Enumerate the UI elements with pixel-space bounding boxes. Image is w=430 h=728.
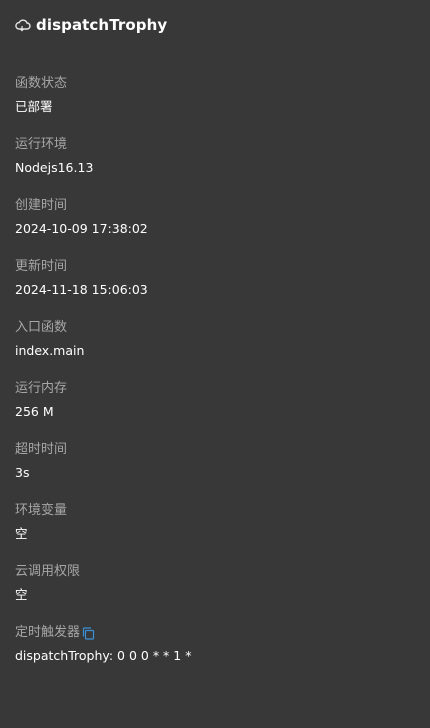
field-label: 创建时间 bbox=[15, 198, 68, 213]
field-label: 定时触发器 bbox=[15, 625, 81, 640]
copy-icon[interactable] bbox=[82, 626, 95, 640]
function-detail-panel: dispatchTrophy 函数状态 已部署 运行环境 Nodejs16.13… bbox=[0, 0, 430, 728]
function-header: dispatchTrophy bbox=[15, 14, 167, 36]
field-memory: 运行内存 256 M bbox=[15, 380, 67, 421]
field-label: 运行环境 bbox=[15, 137, 68, 152]
field-label: 环境变量 bbox=[15, 503, 68, 518]
field-function-status: 函数状态 已部署 bbox=[15, 75, 67, 116]
field-value: index.main bbox=[15, 343, 85, 358]
field-updated-time: 更新时间 2024-11-18 15:06:03 bbox=[15, 258, 148, 299]
field-timeout: 超时时间 3s bbox=[15, 441, 67, 482]
field-label: 超时时间 bbox=[15, 442, 68, 457]
field-value: Nodejs16.13 bbox=[15, 160, 94, 175]
field-env-vars: 环境变量 空 bbox=[15, 502, 67, 543]
field-label: 云调用权限 bbox=[15, 564, 81, 579]
field-created-time: 创建时间 2024-10-09 17:38:02 bbox=[15, 197, 148, 238]
field-label: 入口函数 bbox=[15, 320, 68, 335]
field-entry-function: 入口函数 index.main bbox=[15, 319, 84, 360]
field-timer-trigger: 定时触发器 dispatchTrophy: 0 0 0 * * 1 * bbox=[15, 624, 191, 665]
field-value: 2024-11-18 15:06:03 bbox=[15, 282, 148, 297]
field-cloud-permissions: 云调用权限 空 bbox=[15, 563, 80, 604]
field-label: 函数状态 bbox=[15, 76, 68, 91]
cloud-icon bbox=[15, 19, 31, 32]
field-value: 已部署 bbox=[15, 99, 53, 114]
field-label: 更新时间 bbox=[15, 259, 68, 274]
function-name: dispatchTrophy bbox=[36, 16, 168, 34]
field-value: 3s bbox=[15, 465, 30, 480]
field-value: 空 bbox=[15, 587, 28, 602]
field-label: 运行内存 bbox=[15, 381, 68, 396]
field-value: 2024-10-09 17:38:02 bbox=[15, 221, 148, 236]
field-value: 256 M bbox=[15, 404, 54, 419]
field-value: dispatchTrophy: 0 0 0 * * 1 * bbox=[15, 648, 192, 663]
field-label-row: 定时触发器 bbox=[15, 624, 191, 642]
field-runtime: 运行环境 Nodejs16.13 bbox=[15, 136, 93, 177]
field-value: 空 bbox=[15, 526, 28, 541]
